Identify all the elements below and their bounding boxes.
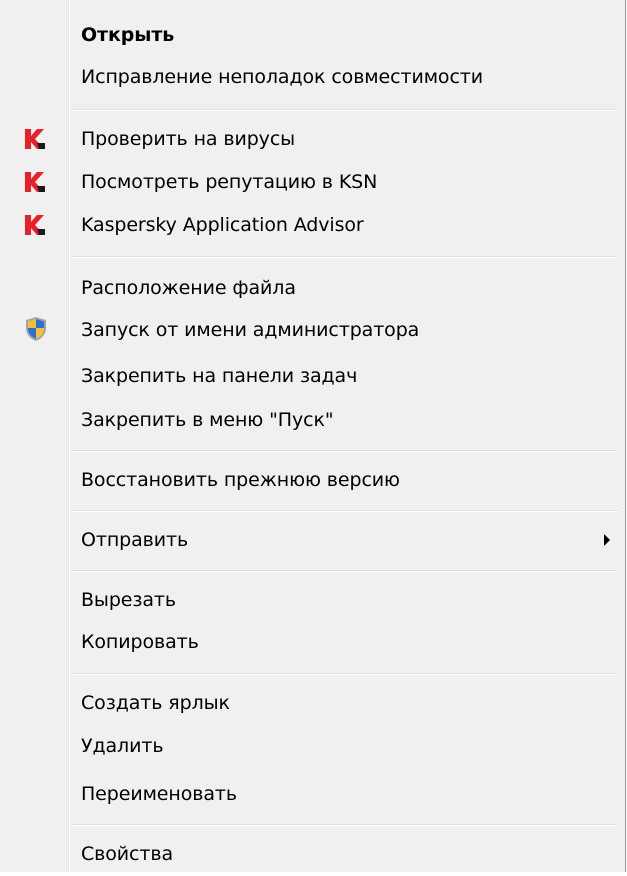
- menu-item-rename[interactable]: Переименовать: [0, 772, 618, 816]
- menu-item-label: Создать ярлык: [81, 692, 230, 714]
- menu-item-copy[interactable]: Копировать: [0, 620, 618, 664]
- menu-separator: [72, 824, 618, 826]
- menu-item-label: Переименовать: [81, 783, 237, 805]
- kaspersky-icon: [22, 169, 48, 195]
- submenu-arrow-icon: [604, 534, 610, 546]
- menu-item-properties[interactable]: Свойства: [0, 832, 618, 876]
- menu-item-create-shortcut[interactable]: Создать ярлык: [0, 681, 618, 725]
- menu-item-run-as-admin[interactable]: Запуск от имени администратора: [0, 308, 618, 352]
- menu-item-scan-viruses[interactable]: Проверить на вирусы: [0, 117, 618, 161]
- uac-shield-icon: [24, 316, 50, 342]
- menu-item-label: Копировать: [81, 631, 199, 653]
- menu-item-restore-previous[interactable]: Восстановить прежнюю версию: [0, 458, 618, 502]
- menu-item-pin-taskbar[interactable]: Закрепить на панели задач: [0, 354, 618, 398]
- menu-item-label: Запуск от имени администратора: [81, 319, 420, 341]
- kaspersky-icon: [22, 126, 48, 152]
- menu-item-open[interactable]: Открыть: [0, 13, 618, 57]
- menu-separator: [72, 450, 618, 452]
- menu-item-label: Расположение файла: [81, 277, 296, 299]
- menu-item-label: Проверить на вирусы: [81, 128, 296, 150]
- kaspersky-icon: [22, 212, 48, 238]
- menu-separator: [72, 570, 618, 572]
- menu-item-pin-start[interactable]: Закрепить в меню "Пуск": [0, 398, 618, 442]
- menu-item-label: Исправление неполадок совместимости: [81, 66, 484, 88]
- menu-item-ksn-reputation[interactable]: Посмотреть репутацию в KSN: [0, 160, 618, 204]
- menu-item-file-location[interactable]: Расположение файла: [0, 266, 618, 310]
- menu-separator: [72, 673, 618, 675]
- menu-item-troubleshoot-compatibility[interactable]: Исправление неполадок совместимости: [0, 55, 618, 99]
- menu-item-label: Закрепить на панели задач: [81, 365, 358, 387]
- menu-item-label: Kaspersky Application Advisor: [81, 214, 364, 236]
- menu-item-kaspersky-advisor[interactable]: Kaspersky Application Advisor: [0, 203, 618, 247]
- menu-separator: [72, 109, 618, 111]
- menu-item-label: Вырезать: [81, 589, 176, 611]
- context-menu: Открыть Исправление неполадок совместимо…: [0, 0, 626, 872]
- menu-item-label: Восстановить прежнюю версию: [81, 469, 400, 491]
- menu-item-delete[interactable]: Удалить: [0, 724, 618, 768]
- menu-item-label: Открыть: [81, 24, 175, 46]
- menu-item-label: Отправить: [81, 529, 189, 551]
- menu-item-label: Свойства: [81, 843, 173, 865]
- menu-separator: [72, 256, 618, 258]
- menu-item-label: Удалить: [81, 735, 164, 757]
- menu-item-label: Закрепить в меню "Пуск": [81, 409, 334, 431]
- menu-item-cut[interactable]: Вырезать: [0, 578, 618, 622]
- menu-separator: [72, 510, 618, 512]
- menu-item-label: Посмотреть репутацию в KSN: [81, 171, 378, 193]
- menu-item-send-to[interactable]: Отправить: [0, 518, 618, 562]
